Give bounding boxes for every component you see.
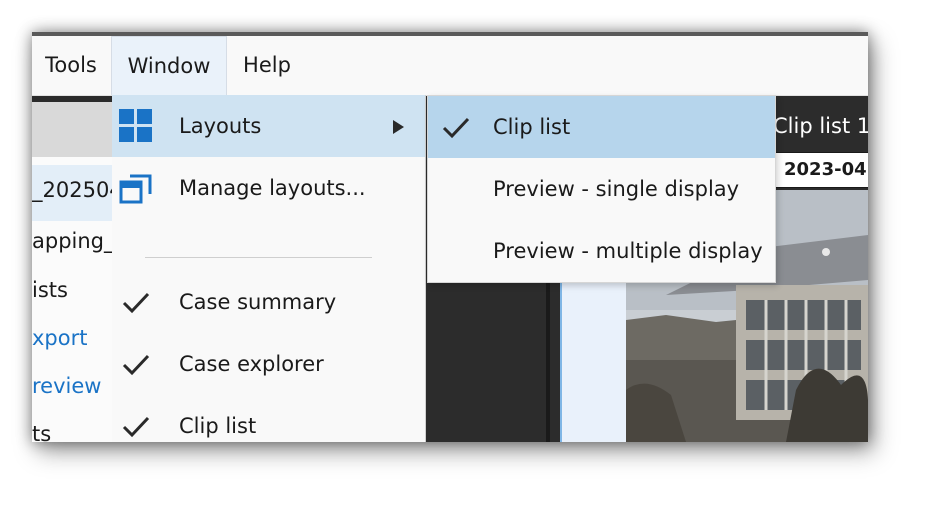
left-item-export[interactable]: xport (32, 326, 87, 350)
menu-separator (145, 257, 372, 258)
submenu-item-clip-list[interactable]: Clip list (428, 96, 775, 158)
submenu-arrow-icon (393, 120, 404, 134)
layouts-grid-icon (118, 108, 154, 144)
submenu-item-label: Clip list (493, 115, 571, 139)
menu-item-label: Case explorer (179, 352, 324, 376)
menu-item-clip-list[interactable]: Clip list (112, 395, 425, 442)
left-item-ts[interactable]: ts (32, 422, 51, 442)
menu-item-label: Layouts (179, 114, 262, 138)
left-panel-header (32, 102, 112, 157)
menu-item-case-explorer[interactable]: Case explorer (112, 333, 425, 395)
layouts-submenu: Clip list Preview - single display Previ… (427, 95, 776, 283)
panel-divider (546, 280, 550, 442)
submenu-item-preview-multiple[interactable]: Preview - multiple display (428, 220, 775, 282)
clip-list-panel-title: Clip list 1 (773, 114, 868, 138)
menu-item-case-summary[interactable]: Case summary (112, 271, 425, 333)
app-window: Tools Window Help _202504 apping_ ists x… (32, 32, 868, 442)
menu-tools[interactable]: Tools (32, 36, 110, 94)
menu-bar: Tools Window Help (32, 36, 868, 96)
menu-item-manage-layouts[interactable]: Manage layouts... (112, 157, 425, 219)
manage-layouts-icon (118, 170, 154, 206)
left-item-lists[interactable]: ists (32, 278, 68, 302)
submenu-item-label: Preview - multiple display (493, 239, 763, 263)
menu-item-label: Case summary (179, 290, 337, 314)
menu-item-label: Clip list (179, 414, 257, 438)
checkmark-icon (438, 109, 474, 145)
menu-help[interactable]: Help (230, 36, 304, 94)
left-item-mapping[interactable]: apping_ (32, 229, 115, 253)
menu-item-label: Manage layouts... (179, 176, 366, 200)
left-item-case[interactable]: _202504 (32, 178, 123, 202)
checkmark-icon (118, 346, 154, 382)
submenu-item-preview-single[interactable]: Preview - single display (428, 158, 775, 220)
checkmark-icon (118, 284, 154, 320)
clip-row-area[interactable] (562, 272, 626, 442)
submenu-item-label: Preview - single display (493, 177, 740, 201)
menu-window[interactable]: Window (111, 36, 227, 95)
date-column-header[interactable]: 2023-04 (773, 152, 868, 188)
checkmark-icon (118, 408, 154, 442)
window-menu-dropdown: Layouts Manage layouts... Case summary C… (112, 95, 426, 442)
menu-item-layouts[interactable]: Layouts (112, 95, 425, 157)
left-item-preview[interactable]: review (32, 374, 101, 398)
